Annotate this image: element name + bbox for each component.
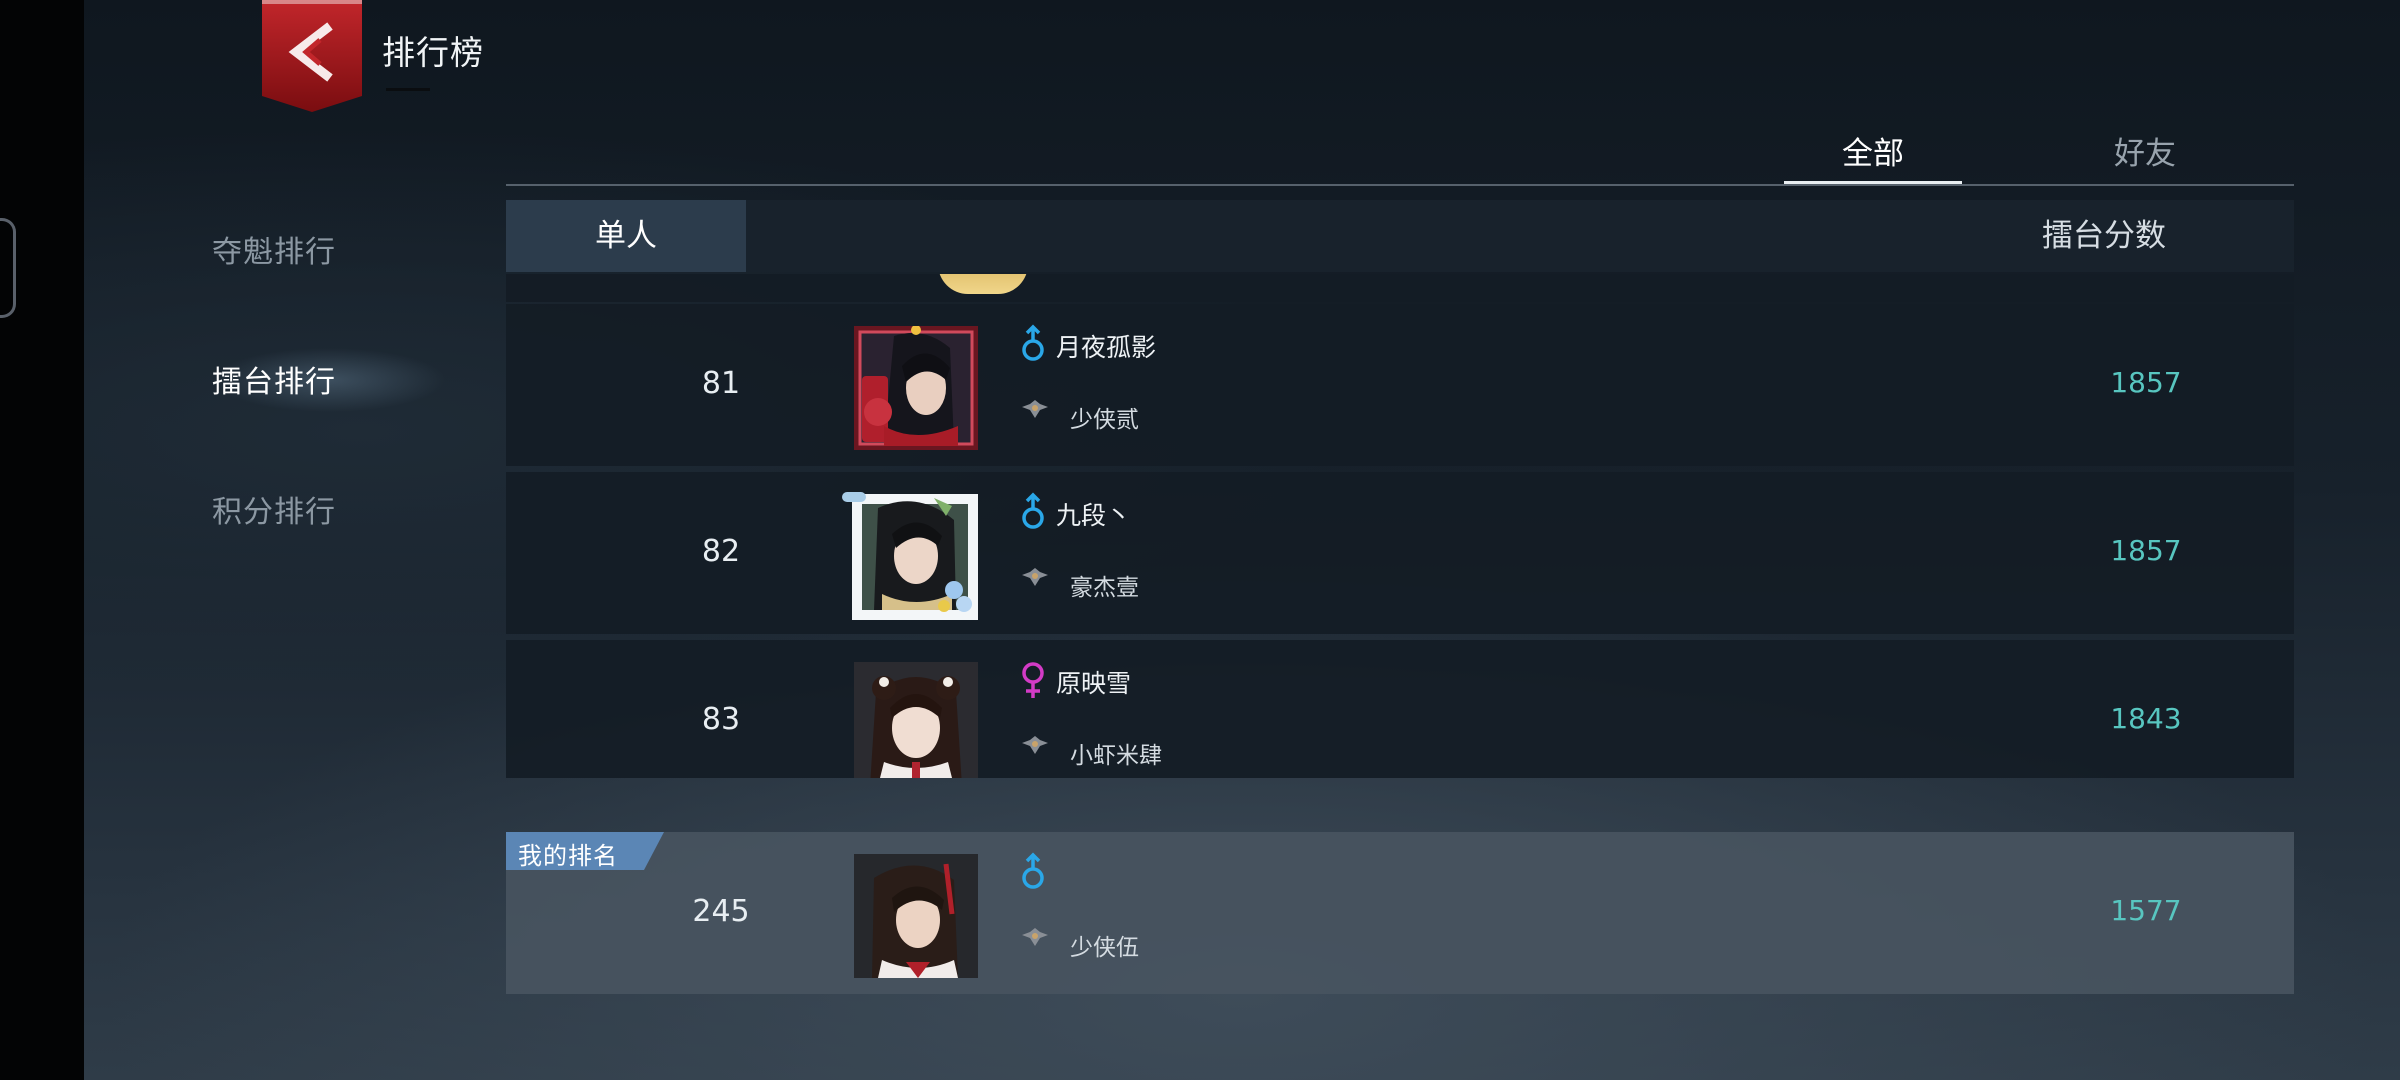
male-symbol-icon bbox=[1020, 492, 1046, 532]
my-rank-row[interactable]: 我的排名 245 少侠伍 1577 bbox=[506, 832, 2294, 994]
player-title: 豪杰壹 bbox=[1070, 575, 1139, 601]
player-name: 原映雪 bbox=[1056, 669, 1132, 698]
sidebar-item-label: 夺魁排行 bbox=[212, 235, 336, 270]
rank-number: 82 bbox=[701, 534, 741, 569]
page-title: 排行榜 bbox=[382, 33, 484, 72]
sidebar-item-points-ranking[interactable]: 积分排行 bbox=[212, 474, 412, 544]
tab-friends[interactable]: 好友 bbox=[2056, 128, 2234, 184]
tabs-divider bbox=[506, 184, 2294, 186]
rank-emblem-icon bbox=[1020, 398, 1050, 422]
arena-score: 1577 bbox=[2110, 894, 2182, 927]
sidebar-item-arena-ranking[interactable]: 擂台排行 bbox=[212, 344, 412, 414]
active-tab-indicator bbox=[1784, 181, 1962, 184]
avatar[interactable] bbox=[854, 326, 978, 450]
avatar[interactable] bbox=[854, 854, 978, 978]
table-row[interactable]: 83 原映雪 小虾米肆 1843 bbox=[506, 640, 2294, 778]
arena-score: 1857 bbox=[2110, 534, 2182, 567]
arena-score: 1843 bbox=[2110, 702, 2182, 735]
rank-number: 83 bbox=[701, 702, 741, 737]
table-row[interactable]: 81 月夜孤影 少侠贰 1857 bbox=[506, 304, 2294, 466]
avatar-frame bbox=[938, 274, 1028, 294]
female-symbol-icon bbox=[1020, 660, 1046, 700]
player-title: 小虾米肆 bbox=[1070, 743, 1162, 769]
player-title: 少侠贰 bbox=[1070, 407, 1139, 433]
sidebar-item-champion-ranking[interactable]: 夺魁排行 bbox=[212, 214, 412, 284]
player-title: 少侠伍 bbox=[1070, 935, 1139, 961]
leaderboard-screen: 排行榜 夺魁排行 擂台排行 积分排行 全部 好友 单人 擂台分数 81 月夜孤影… bbox=[84, 0, 2400, 1080]
rank-emblem-icon bbox=[1020, 566, 1050, 590]
edge-handle bbox=[0, 218, 16, 318]
back-button[interactable] bbox=[262, 0, 362, 112]
rank-number: 81 bbox=[701, 366, 741, 401]
rank-number: 245 bbox=[692, 894, 750, 929]
title-underline bbox=[386, 88, 430, 91]
tab-solo[interactable]: 单人 bbox=[506, 200, 746, 272]
sidebar-item-label: 擂台排行 bbox=[212, 365, 336, 400]
arena-score: 1857 bbox=[2110, 366, 2182, 399]
player-name: 月夜孤影 bbox=[1056, 333, 1157, 362]
rank-emblem-icon bbox=[1020, 926, 1050, 950]
sidebar-item-label: 积分排行 bbox=[212, 495, 336, 530]
table-row-partial bbox=[506, 274, 2294, 302]
table-row[interactable]: 82 九段丶 豪杰壹 1857 bbox=[506, 472, 2294, 634]
player-name: 九段丶 bbox=[1056, 501, 1132, 530]
male-symbol-icon bbox=[1020, 324, 1046, 364]
avatar[interactable] bbox=[854, 662, 978, 778]
my-rank-badge: 我的排名 bbox=[506, 832, 664, 870]
back-chevron-icon bbox=[262, 0, 362, 112]
tab-all[interactable]: 全部 bbox=[1784, 128, 1962, 184]
screen-left-edge bbox=[0, 0, 84, 1080]
score-column-header: 擂台分数 bbox=[2042, 218, 2166, 254]
avatar[interactable] bbox=[842, 486, 984, 626]
rank-emblem-icon bbox=[1020, 734, 1050, 758]
male-symbol-icon bbox=[1020, 852, 1046, 892]
my-rank-badge-label: 我的排名 bbox=[518, 842, 618, 870]
